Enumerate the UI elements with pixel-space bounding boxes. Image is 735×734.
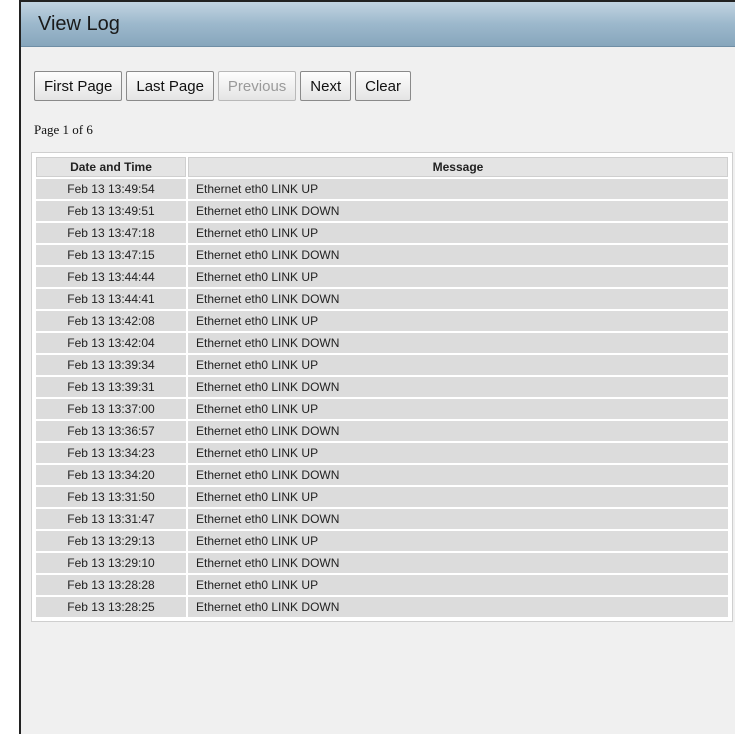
log-message: Ethernet eth0 LINK UP	[188, 223, 728, 243]
log-message: Ethernet eth0 LINK DOWN	[188, 509, 728, 529]
table-row: Feb 13 13:34:20 Ethernet eth0 LINK DOWN	[36, 465, 728, 485]
log-message: Ethernet eth0 LINK DOWN	[188, 289, 728, 309]
log-date-time: Feb 13 13:28:28	[36, 575, 186, 595]
table-row: Feb 13 13:34:23 Ethernet eth0 LINK UP	[36, 443, 728, 463]
log-date-time: Feb 13 13:31:50	[36, 487, 186, 507]
column-header-date-time: Date and Time	[36, 157, 186, 177]
log-date-time: Feb 13 13:29:10	[36, 553, 186, 573]
log-message: Ethernet eth0 LINK UP	[188, 311, 728, 331]
log-date-time: Feb 13 13:47:18	[36, 223, 186, 243]
table-row: Feb 13 13:28:25 Ethernet eth0 LINK DOWN	[36, 597, 728, 617]
log-date-time: Feb 13 13:34:20	[36, 465, 186, 485]
last-page-button[interactable]: Last Page	[126, 71, 214, 101]
log-message: Ethernet eth0 LINK UP	[188, 399, 728, 419]
table-row: Feb 13 13:42:08 Ethernet eth0 LINK UP	[36, 311, 728, 331]
log-message: Ethernet eth0 LINK DOWN	[188, 333, 728, 353]
table-row: Feb 13 13:49:54 Ethernet eth0 LINK UP	[36, 179, 728, 199]
log-date-time: Feb 13 13:44:41	[36, 289, 186, 309]
page-indicator: Page 1 of 6	[34, 122, 93, 137]
log-message: Ethernet eth0 LINK DOWN	[188, 245, 728, 265]
log-date-time: Feb 13 13:39:34	[36, 355, 186, 375]
table-row: Feb 13 13:31:50 Ethernet eth0 LINK UP	[36, 487, 728, 507]
log-message: Ethernet eth0 LINK DOWN	[188, 553, 728, 573]
log-date-time: Feb 13 13:39:31	[36, 377, 186, 397]
table-row: Feb 13 13:44:41 Ethernet eth0 LINK DOWN	[36, 289, 728, 309]
view-log-panel: View Log First Page Last Page Previous N…	[19, 0, 735, 734]
table-row: Feb 13 13:47:15 Ethernet eth0 LINK DOWN	[36, 245, 728, 265]
table-row: Feb 13 13:49:51 Ethernet eth0 LINK DOWN	[36, 201, 728, 221]
previous-button: Previous	[217, 71, 297, 101]
next-button[interactable]: Next	[300, 71, 352, 101]
log-message: Ethernet eth0 LINK UP	[188, 575, 728, 595]
log-date-time: Feb 13 13:29:13	[36, 531, 186, 551]
table-row: Feb 13 13:47:18 Ethernet eth0 LINK UP	[36, 223, 728, 243]
panel-header: View Log	[21, 2, 735, 47]
log-date-time: Feb 13 13:37:00	[36, 399, 186, 419]
column-header-message: Message	[188, 157, 728, 177]
log-date-time: Feb 13 13:49:51	[36, 201, 186, 221]
log-message: Ethernet eth0 LINK UP	[188, 267, 728, 287]
log-date-time: Feb 13 13:44:44	[36, 267, 186, 287]
table-row: Feb 13 13:39:34 Ethernet eth0 LINK UP	[36, 355, 728, 375]
log-message: Ethernet eth0 LINK DOWN	[188, 201, 728, 221]
log-date-time: Feb 13 13:47:15	[36, 245, 186, 265]
table-row: Feb 13 13:39:31 Ethernet eth0 LINK DOWN	[36, 377, 728, 397]
page-title: View Log	[38, 12, 120, 35]
log-toolbar: First Page Last Page Previous Next Clear	[34, 71, 411, 101]
table-header-row: Date and Time Message	[36, 157, 728, 177]
first-page-button[interactable]: First Page	[34, 71, 123, 101]
table-row: Feb 13 13:42:04 Ethernet eth0 LINK DOWN	[36, 333, 728, 353]
log-table-container: Date and Time Message Feb 13 13:49:54 Eth…	[31, 152, 733, 622]
log-date-time: Feb 13 13:31:47	[36, 509, 186, 529]
table-row: Feb 13 13:28:28 Ethernet eth0 LINK UP	[36, 575, 728, 595]
log-date-time: Feb 13 13:28:25	[36, 597, 186, 617]
log-message: Ethernet eth0 LINK DOWN	[188, 377, 728, 397]
log-date-time: Feb 13 13:34:23	[36, 443, 186, 463]
clear-button[interactable]: Clear	[355, 71, 411, 101]
log-table: Date and Time Message Feb 13 13:49:54 Eth…	[34, 155, 730, 619]
log-table-body: Feb 13 13:49:54 Ethernet eth0 LINK UP Feb …	[36, 179, 728, 617]
log-date-time: Feb 13 13:42:04	[36, 333, 186, 353]
log-message: Ethernet eth0 LINK UP	[188, 179, 728, 199]
log-message: Ethernet eth0 LINK DOWN	[188, 597, 728, 617]
table-row: Feb 13 13:36:57 Ethernet eth0 LINK DOWN	[36, 421, 728, 441]
log-message: Ethernet eth0 LINK UP	[188, 355, 728, 375]
table-row: Feb 13 13:29:13 Ethernet eth0 LINK UP	[36, 531, 728, 551]
log-date-time: Feb 13 13:36:57	[36, 421, 186, 441]
table-row: Feb 13 13:29:10 Ethernet eth0 LINK DOWN	[36, 553, 728, 573]
log-date-time: Feb 13 13:49:54	[36, 179, 186, 199]
table-row: Feb 13 13:31:47 Ethernet eth0 LINK DOWN	[36, 509, 728, 529]
log-message: Ethernet eth0 LINK UP	[188, 443, 728, 463]
table-row: Feb 13 13:44:44 Ethernet eth0 LINK UP	[36, 267, 728, 287]
log-date-time: Feb 13 13:42:08	[36, 311, 186, 331]
log-message: Ethernet eth0 LINK UP	[188, 487, 728, 507]
table-row: Feb 13 13:37:00 Ethernet eth0 LINK UP	[36, 399, 728, 419]
log-message: Ethernet eth0 LINK DOWN	[188, 465, 728, 485]
log-message: Ethernet eth0 LINK UP	[188, 531, 728, 551]
log-message: Ethernet eth0 LINK DOWN	[188, 421, 728, 441]
